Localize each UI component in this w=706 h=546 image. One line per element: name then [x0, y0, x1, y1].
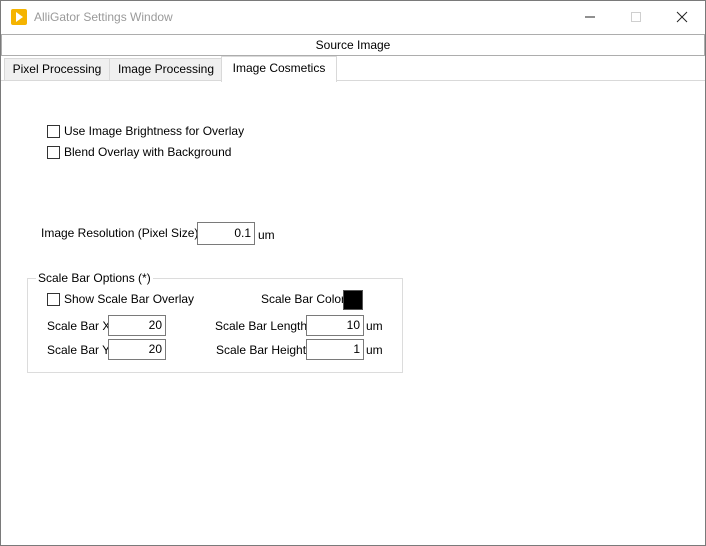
scale-bar-y-input[interactable]: 20: [108, 339, 166, 360]
resolution-input[interactable]: 0.1: [197, 222, 255, 245]
scale-bar-length-unit: um: [366, 319, 383, 333]
close-button[interactable]: [659, 1, 705, 33]
maximize-icon: [631, 12, 641, 22]
alligator-app-icon: [11, 9, 27, 25]
scale-bar-y-label: Scale Bar Y: [47, 343, 111, 357]
window-title: AlliGator Settings Window: [34, 10, 173, 24]
resolution-label: Image Resolution (Pixel Size): [41, 226, 199, 240]
show-scale-bar-checkbox[interactable]: [47, 293, 60, 306]
tab-image-processing[interactable]: Image Processing: [109, 58, 223, 80]
scale-bar-length-input[interactable]: 10: [306, 315, 364, 336]
tab-pixel-processing[interactable]: Pixel Processing: [4, 58, 110, 80]
settings-tabs: Pixel Processing Image Processing Image …: [1, 56, 705, 82]
scale-bar-color-swatch[interactable]: [343, 290, 363, 310]
show-scale-bar-label: Show Scale Bar Overlay: [64, 292, 195, 306]
scale-bar-length-label: Scale Bar Length: [215, 319, 308, 333]
minimize-icon: [585, 16, 595, 18]
scale-bar-group-title: Scale Bar Options (*): [36, 271, 153, 285]
tab-image-cosmetics[interactable]: Image Cosmetics: [221, 56, 337, 82]
minimize-button[interactable]: [567, 1, 613, 33]
scale-bar-x-input[interactable]: 20: [108, 315, 166, 336]
use-brightness-label: Use Image Brightness for Overlay: [64, 124, 245, 138]
scale-bar-height-input[interactable]: 1: [306, 339, 364, 360]
blend-overlay-checkbox[interactable]: [47, 146, 60, 159]
settings-window: AlliGator Settings Window Source Image P…: [0, 0, 706, 546]
close-icon: [676, 11, 688, 23]
scale-bar-height-label: Scale Bar Height: [216, 343, 307, 357]
maximize-button[interactable]: [613, 1, 659, 33]
source-image-button[interactable]: Source Image: [1, 34, 705, 56]
scale-bar-height-unit: um: [366, 343, 383, 357]
scale-bar-x-label: Scale Bar X: [47, 319, 111, 333]
use-brightness-checkbox[interactable]: [47, 125, 60, 138]
resolution-unit: um: [258, 228, 275, 242]
blend-overlay-label: Blend Overlay with Background: [64, 145, 232, 159]
title-bar[interactable]: AlliGator Settings Window: [1, 1, 705, 33]
scale-bar-color-label: Scale Bar Color: [261, 292, 346, 306]
